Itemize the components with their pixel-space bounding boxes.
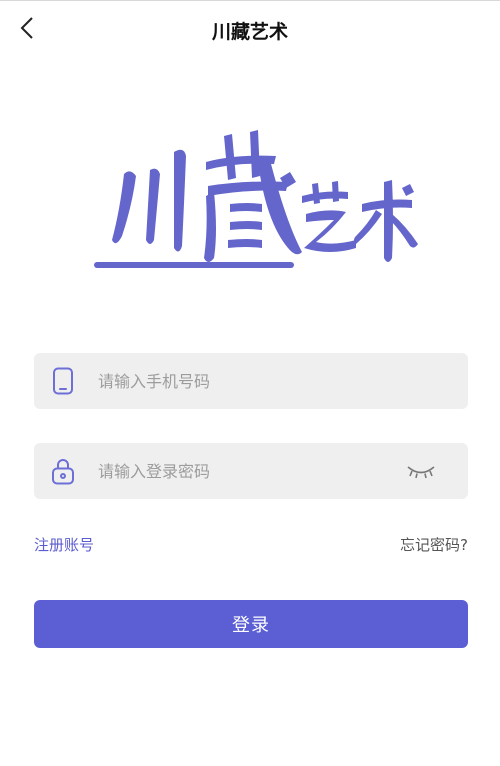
- brand-logo: [94, 130, 418, 268]
- page-title: 川藏艺术: [211, 21, 288, 43]
- phone-input[interactable]: [98, 353, 398, 409]
- password-field: [34, 443, 468, 499]
- eye-closed-icon[interactable]: [404, 457, 438, 485]
- phone-icon: [49, 367, 77, 395]
- forgot-password-link[interactable]: 忘记密码?: [400, 534, 468, 555]
- password-input[interactable]: [98, 443, 398, 499]
- login-button[interactable]: 登录: [34, 600, 468, 648]
- lock-icon: [49, 457, 77, 485]
- phone-field: [34, 353, 468, 409]
- header-bar: 川藏艺术: [0, 1, 500, 57]
- register-link[interactable]: 注册账号: [34, 534, 94, 555]
